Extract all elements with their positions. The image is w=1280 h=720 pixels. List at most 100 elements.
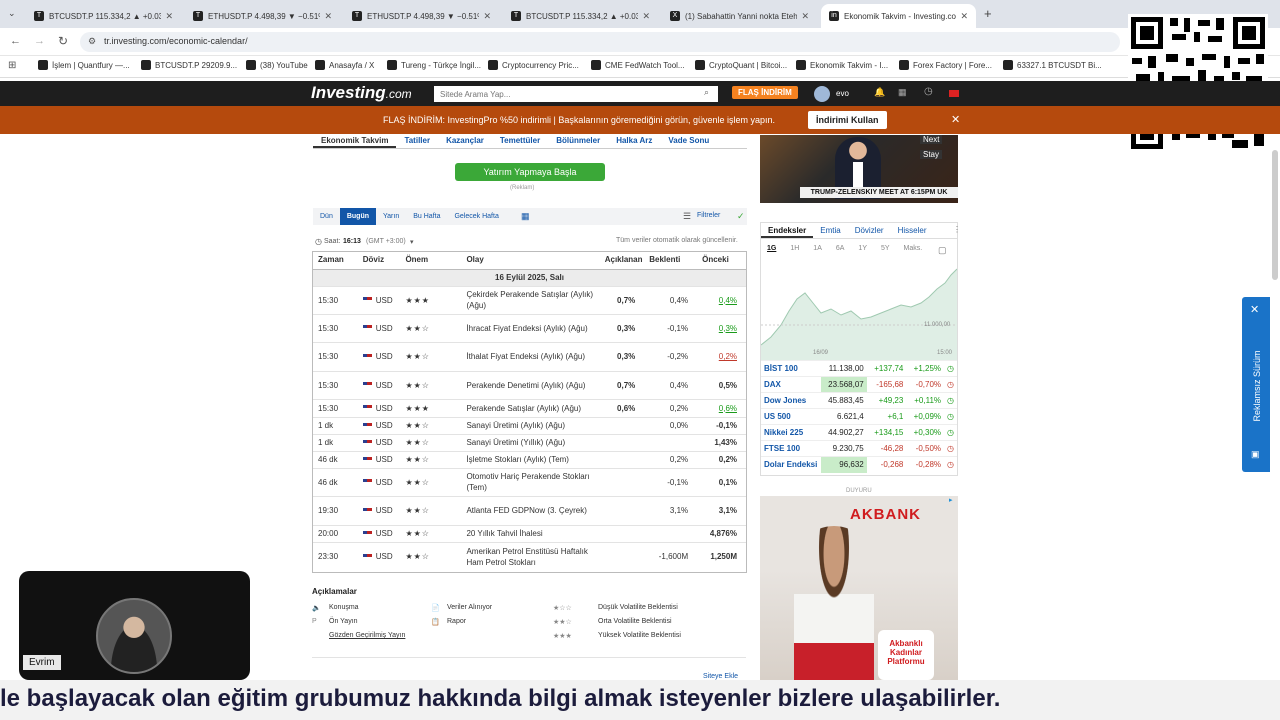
calendar-icon[interactable]: ▦ — [521, 211, 530, 222]
timezone-select[interactable]: (GMT +3:00) — [366, 238, 406, 245]
table-row[interactable]: Dow Jones 45.883,45 +49,23 +0,11% ◷ — [761, 392, 957, 409]
markets-tab[interactable]: Dövizler — [848, 223, 891, 238]
column-header[interactable]: Olay — [460, 251, 599, 270]
event-name[interactable]: İhracat Fiyat Endeksi (Aylık) (Ağu) — [460, 313, 599, 342]
close-icon[interactable]: ✕ — [1250, 303, 1259, 316]
calendar-tab[interactable]: Halka Arz — [608, 133, 660, 148]
invest-button[interactable]: Yatırım Yapmaya Başla — [455, 163, 605, 181]
markets-tab[interactable]: Endeksler — [761, 223, 814, 238]
bell-icon[interactable]: 🔔 — [874, 87, 885, 98]
period-tab[interactable]: 1H — [790, 245, 799, 252]
day-tab[interactable]: Bu Hafta — [406, 208, 447, 225]
day-tab[interactable]: Bugün — [339, 208, 377, 225]
period-tab[interactable]: 1Y — [858, 245, 867, 252]
bookmark-item[interactable]: CryptoQuant | Bitcoi... — [695, 60, 787, 70]
tab-close-icon[interactable]: ✕ — [801, 11, 809, 22]
period-tab[interactable]: 6A — [836, 245, 845, 252]
browser-tab[interactable]: T ETHUSDT.P 4.498,39 ▼ −0.51% ✕ — [185, 4, 340, 28]
forward-icon[interactable]: → — [34, 35, 45, 47]
table-row[interactable]: 15:30 USD ★★☆ İthalat Fiyat Endeksi (Aylık)… — [312, 341, 747, 371]
bookmark-item[interactable]: 63327.1 BTCUSDT Bi... — [1003, 60, 1102, 70]
calendar-tab[interactable]: Bölünmeler — [548, 133, 608, 148]
back-icon[interactable]: ← — [10, 35, 21, 47]
table-row[interactable]: FTSE 100 9.230,75 -46,28 -0,50% ◷ — [761, 440, 957, 457]
index-name[interactable]: FTSE 100 — [761, 440, 822, 457]
table-row[interactable]: 15:30 USD ★★★ Perakende Satışlar (Aylık) (A… — [312, 398, 747, 417]
news-video[interactable]: Next Stay TRUMP-ZELENSKIY MEET AT 6:15PM… — [760, 135, 958, 203]
table-row[interactable]: US 500 6.621,4 +6,1 +0,09% ◷ — [761, 408, 957, 425]
index-name[interactable]: DAX — [761, 376, 822, 393]
table-row[interactable]: 20:00 USD ★★☆ 20 Yıllık Tahvil İhalesi 4,876… — [312, 524, 747, 542]
table-row[interactable]: 15:30 USD ★★☆ İhracat Fiyat Endeksi (Aylık)… — [312, 313, 747, 342]
calendar-tab[interactable]: Vade Sonu — [660, 133, 717, 148]
promo-button[interactable]: İndirimi Kullan — [808, 111, 887, 129]
event-name[interactable]: Amerikan Petrol Enstitüsü Haftalık Ham P… — [460, 541, 599, 571]
event-name[interactable]: Atlanta FED GDPNow (3. Çeyrek) — [460, 495, 599, 525]
portfolio-icon[interactable]: ▦ — [898, 87, 907, 98]
index-name[interactable]: BİST 100 — [761, 360, 822, 377]
event-name[interactable]: İşletme Stokları (Aylık) (Tem) — [460, 450, 599, 468]
bookmark-item[interactable]: Anasayfa / X — [315, 60, 374, 70]
scrollbar[interactable] — [1272, 150, 1278, 280]
bookmark-item[interactable]: (38) YouTube — [246, 60, 308, 70]
user-name[interactable]: evo — [836, 89, 849, 98]
event-name[interactable]: Perakende Denetimi (Aylık) (Ağu) — [460, 370, 599, 399]
event-name[interactable]: Perakende Satışlar (Aylık) (Ağu) — [460, 398, 599, 417]
tab-close-icon[interactable]: ✕ — [642, 11, 650, 22]
site-logo[interactable]: Investing.com — [311, 83, 412, 103]
search-icon[interactable]: ⌕ — [704, 87, 709, 98]
table-row[interactable]: DAX 23.568,07 -165,68 -0,70% ◷ — [761, 376, 957, 393]
filters-link[interactable]: Filtreler — [697, 212, 720, 219]
index-name[interactable]: Dow Jones — [761, 392, 822, 409]
tab-close-icon[interactable]: ✕ — [960, 11, 968, 22]
table-row[interactable]: 1 dk USD ★★☆ Sanayi Üretimi (Yıllık) (Ağu) 1… — [312, 433, 747, 451]
calendar-tab[interactable]: Kazançlar — [438, 133, 492, 148]
column-header[interactable]: Önem — [399, 251, 461, 270]
site-search-input[interactable] — [434, 86, 718, 102]
bookmark-item[interactable]: Forex Factory | Fore... — [899, 60, 992, 70]
markets-tab[interactable]: Hisseler — [891, 223, 934, 238]
index-name[interactable]: US 500 — [761, 408, 822, 425]
filter-icon[interactable]: ☰ — [683, 211, 691, 222]
table-row[interactable]: BİST 100 11.138,00 +137,74 +1,25% ◷ — [761, 360, 957, 377]
index-name[interactable]: Dolar Endeksi — [761, 456, 822, 473]
bookmark-item[interactable]: İşlem | Quantfury —... — [38, 60, 130, 70]
table-row[interactable]: 19:30 USD ★★☆ Atlanta FED GDPNow (3. Çeyrek… — [312, 495, 747, 525]
event-name[interactable]: Otomotiv Hariç Perakende Stokları (Tem) — [460, 467, 599, 496]
period-tab[interactable]: 5Y — [881, 245, 890, 252]
ad-free-panel[interactable]: ✕ Reklamsız Sürüm ▣ — [1242, 297, 1270, 472]
more-icon[interactable]: ⋮ — [953, 225, 961, 234]
new-tab-button[interactable]: + — [984, 6, 992, 21]
language-flag-icon[interactable] — [949, 90, 959, 97]
table-row[interactable]: 23:30 USD ★★☆ Amerikan Petrol Enstitüsü Haf… — [312, 541, 747, 571]
table-row[interactable]: Nikkei 225 44.902,27 +134,15 +0,30% ◷ — [761, 424, 957, 441]
browser-tab[interactable]: T BTCUSDT.P 115.334,2 ▲ +0.03% ✕ — [26, 4, 181, 28]
period-tab[interactable]: 1A — [813, 245, 822, 252]
event-name[interactable]: İthalat Fiyat Endeksi (Aylık) (Ağu) — [460, 341, 599, 371]
event-name[interactable]: Çekirdek Perakende Satışlar (Aylık) (Ağu… — [460, 285, 599, 314]
site-info-icon[interactable]: ⚙ — [88, 36, 96, 47]
add-site-link[interactable]: Siteye Ekle — [703, 673, 738, 680]
table-row[interactable]: Dolar Endeksi 96,632 -0,268 -0,28% ◷ — [761, 456, 957, 473]
chart-type-icon[interactable]: ▢ — [938, 245, 947, 256]
clock-icon[interactable]: ◷ — [924, 86, 933, 97]
calendar-tab[interactable]: Temettüler — [492, 133, 548, 148]
table-row[interactable]: 46 dk USD ★★☆ Otomotiv Hariç Perakende Stok… — [312, 467, 747, 496]
column-header[interactable]: Zaman — [312, 251, 357, 270]
apps-icon[interactable]: ⊞ — [8, 60, 16, 71]
ad-info-icon[interactable]: ▸ — [949, 496, 953, 504]
tab-search-icon[interactable]: ⌄ — [8, 8, 16, 19]
timezone-chevron-icon[interactable]: ▾ — [410, 238, 414, 246]
browser-tab[interactable]: T BTCUSDT.P 115.334,2 ▲ +0.03% ✕ — [503, 4, 658, 28]
bookmark-item[interactable]: Cryptocurrency Pric... — [488, 60, 579, 70]
day-tab[interactable]: Dün — [313, 208, 340, 225]
reload-icon[interactable]: ↻ — [58, 34, 68, 48]
ad-free-label[interactable]: Reklamsız Sürüm — [1252, 339, 1262, 433]
event-name[interactable]: Sanayi Üretimi (Yıllık) (Ağu) — [460, 433, 599, 451]
period-tab[interactable]: Maks. — [904, 245, 923, 252]
column-header[interactable]: Beklenti — [643, 251, 697, 270]
bookmark-item[interactable]: CME FedWatch Tool... — [591, 60, 685, 70]
calendar-tab[interactable]: Tatiller — [396, 133, 438, 148]
close-icon[interactable]: ✕ — [951, 113, 960, 126]
tab-close-icon[interactable]: ✕ — [165, 11, 173, 22]
